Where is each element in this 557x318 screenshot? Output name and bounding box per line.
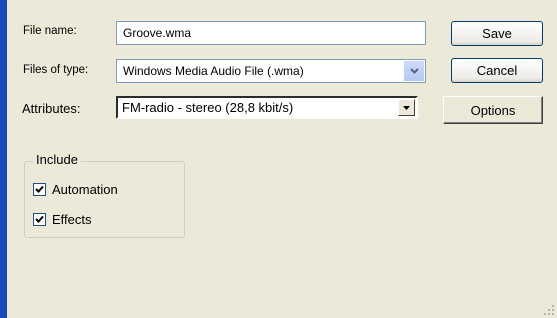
options-button[interactable]: Options xyxy=(443,96,543,124)
include-group-title: Include xyxy=(33,152,81,167)
resize-grip-icon[interactable] xyxy=(543,304,555,316)
automation-checkbox-row[interactable]: Automation xyxy=(33,182,118,197)
attributes-value: FM-radio - stereo (28,8 kbit/s) xyxy=(122,100,294,115)
file-type-value: Windows Media Audio File (.wma) xyxy=(123,64,304,78)
checkmark-icon xyxy=(35,215,44,223)
checkmark-icon xyxy=(35,185,44,193)
file-name-label: File name: xyxy=(23,25,77,37)
effects-checkbox-label: Effects xyxy=(52,212,92,227)
file-name-input[interactable]: Groove.wma xyxy=(116,21,426,45)
file-type-dropdown-button[interactable] xyxy=(404,61,424,81)
file-type-select[interactable]: Windows Media Audio File (.wma) xyxy=(116,59,426,83)
files-of-type-label: Files of type: xyxy=(23,64,89,76)
cancel-button-label: Cancel xyxy=(476,63,518,78)
window-edge xyxy=(0,0,7,318)
automation-checkbox[interactable] xyxy=(33,183,46,196)
attributes-select[interactable]: FM-radio - stereo (28,8 kbit/s) xyxy=(116,96,418,119)
attributes-label: Attributes: xyxy=(22,101,81,116)
save-button[interactable]: Save xyxy=(451,21,543,46)
cancel-button[interactable]: Cancel xyxy=(451,58,543,83)
attributes-dropdown-button[interactable] xyxy=(398,99,415,116)
effects-checkbox[interactable] xyxy=(33,213,46,226)
file-name-value: Groove.wma xyxy=(123,26,192,40)
automation-checkbox-label: Automation xyxy=(52,182,118,197)
chevron-down-icon xyxy=(410,67,419,74)
options-button-label: Options xyxy=(470,102,516,118)
arrow-down-icon xyxy=(403,105,410,110)
save-button-label: Save xyxy=(482,26,512,41)
effects-checkbox-row[interactable]: Effects xyxy=(33,212,92,227)
